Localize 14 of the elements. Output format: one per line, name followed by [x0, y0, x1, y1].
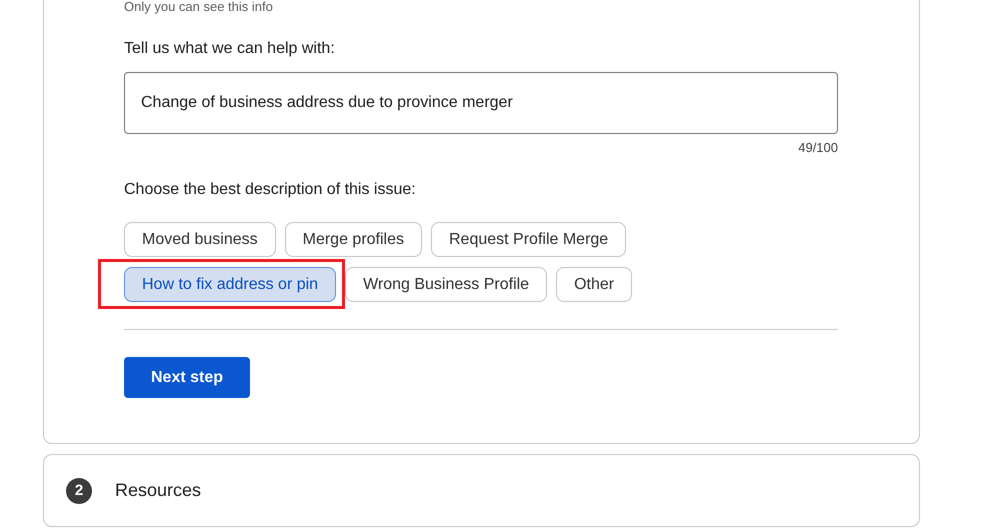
option-chip[interactable]: Wrong Business Profile	[345, 267, 548, 302]
step-title[interactable]: Resources	[115, 480, 202, 501]
option-chip[interactable]: Merge profiles	[284, 222, 422, 257]
next-step-button[interactable]: Next step	[124, 357, 250, 398]
step-number: 2	[66, 478, 92, 504]
character-counter: 49/100	[798, 140, 838, 156]
option-chip[interactable]: How to fix address or pin	[124, 267, 336, 302]
privacy-note: Only you can see this info	[124, 0, 273, 14]
option-chip[interactable]: Request Profile Merge	[431, 222, 626, 257]
question-label: Choose the best description of this issue:	[124, 180, 416, 200]
option-chip[interactable]: Moved business	[124, 222, 276, 257]
option-chip[interactable]: Other	[556, 267, 632, 302]
text-field[interactable]: Change of business address due to province merger	[124, 72, 838, 134]
field-label: Tell us what we can help with:	[124, 39, 335, 59]
